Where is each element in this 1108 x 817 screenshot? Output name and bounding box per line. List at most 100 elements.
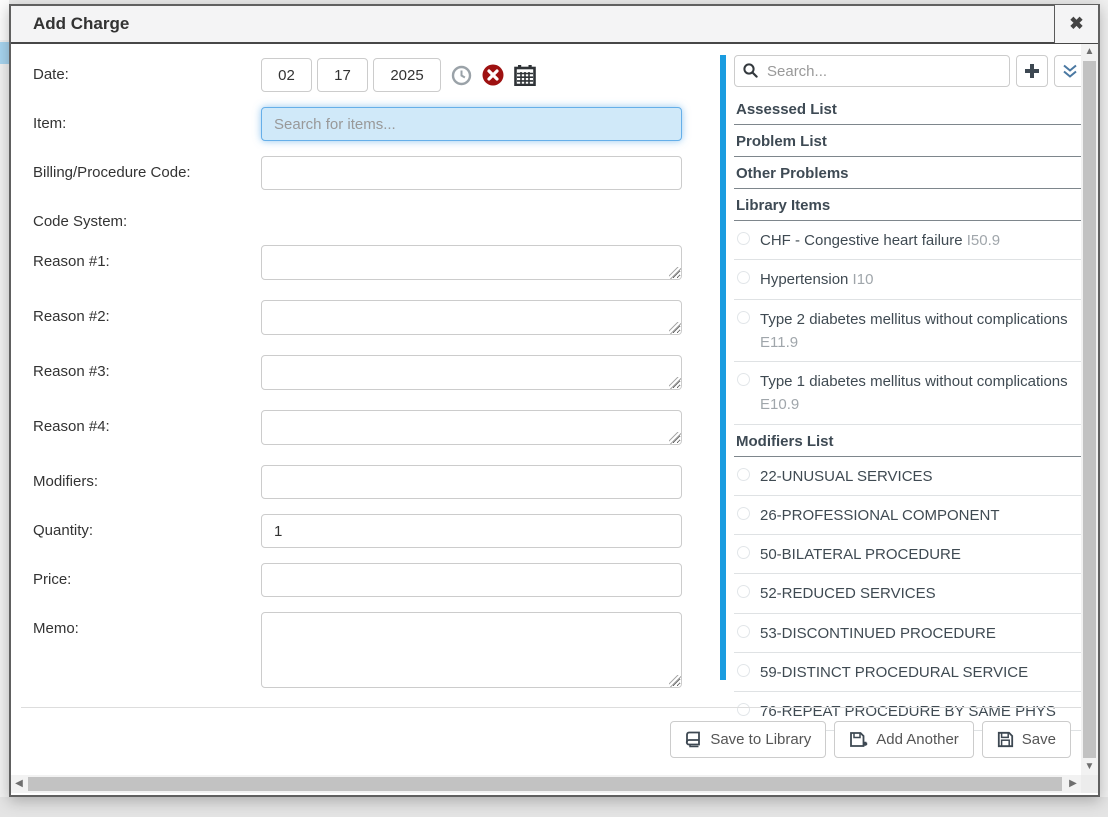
panel-accent-bar bbox=[720, 55, 726, 680]
item-text: 26-PROFESSIONAL COMPONENT bbox=[760, 507, 1000, 524]
scroll-left-arrow-icon[interactable]: ◀ bbox=[11, 775, 27, 793]
search-icon bbox=[743, 63, 758, 78]
scroll-up-arrow-icon[interactable]: ▲ bbox=[1081, 44, 1098, 60]
price-label: Price: bbox=[33, 563, 261, 597]
save-to-library-button[interactable]: Save to Library bbox=[670, 721, 826, 758]
list-item[interactable]: 22-UNUSUAL SERVICES bbox=[734, 457, 1094, 496]
item-search-input[interactable] bbox=[261, 107, 682, 141]
code-system-row: Code System: bbox=[33, 205, 698, 230]
item-text: Type 1 diabetes mellitus without complic… bbox=[760, 373, 1068, 390]
background-page-strip bbox=[1100, 0, 1108, 817]
charge-form: Date: Item: bbox=[33, 58, 698, 708]
save-button[interactable]: Save bbox=[982, 721, 1071, 758]
section-header: Other Problems bbox=[734, 157, 1094, 189]
item-text: 76-REPEAT PROCEDURE BY SAME PHYS bbox=[760, 703, 1056, 720]
save-plus-icon bbox=[849, 731, 868, 749]
add-charge-modal: Add Charge ✖ Date: bbox=[9, 4, 1100, 797]
radio-circle-icon bbox=[737, 232, 750, 245]
item-text: 59-DISTINCT PROCEDURAL SERVICE bbox=[760, 664, 1028, 681]
item-text: 53-DISCONTINUED PROCEDURE bbox=[760, 625, 996, 642]
list-item[interactable]: 26-PROFESSIONAL COMPONENT bbox=[734, 496, 1094, 535]
reason1-label: Reason #1: bbox=[33, 245, 261, 285]
add-another-button[interactable]: Add Another bbox=[834, 721, 974, 758]
price-row: Price: bbox=[33, 563, 698, 597]
item-text: 52-REDUCED SERVICES bbox=[760, 585, 936, 602]
save-to-library-label: Save to Library bbox=[710, 731, 811, 748]
list-item[interactable]: 52-REDUCED SERVICES bbox=[734, 574, 1094, 613]
reason4-input[interactable] bbox=[261, 410, 682, 445]
footer-buttons: Save to Library Add Another Save bbox=[11, 721, 1071, 758]
background-page-strip bbox=[0, 0, 9, 817]
close-icon: ✖ bbox=[1069, 14, 1083, 33]
background-fragment bbox=[0, 0, 9, 40]
modifiers-row: Modifiers: bbox=[33, 465, 698, 499]
panel-search-input[interactable] bbox=[734, 55, 1010, 87]
radio-circle-icon bbox=[737, 507, 750, 520]
background-page-strip bbox=[0, 797, 1108, 817]
list-item[interactable]: Type 1 diabetes mellitus without complic… bbox=[734, 362, 1094, 425]
scroll-down-arrow-icon[interactable]: ▼ bbox=[1081, 759, 1098, 775]
clock-icon bbox=[451, 65, 472, 86]
item-text: 50-BILATERAL PROCEDURE bbox=[760, 546, 961, 563]
clear-date-button[interactable] bbox=[482, 64, 504, 86]
modal-title: Add Charge bbox=[11, 14, 1054, 34]
quantity-input[interactable] bbox=[261, 514, 682, 548]
radio-circle-icon bbox=[737, 271, 750, 284]
code-system-label: Code System: bbox=[33, 205, 261, 230]
modal-header: Add Charge ✖ bbox=[11, 6, 1098, 44]
modifiers-input[interactable] bbox=[261, 465, 682, 499]
radio-circle-icon bbox=[737, 373, 750, 386]
memo-label: Memo: bbox=[33, 612, 261, 693]
item-text: Hypertension bbox=[760, 271, 848, 288]
section-header: Problem List bbox=[734, 125, 1094, 157]
horizontal-scroll-thumb[interactable] bbox=[28, 777, 1062, 791]
code-system-value bbox=[261, 205, 698, 230]
item-code: E10.9 bbox=[760, 396, 799, 413]
reason2-row: Reason #2: bbox=[33, 300, 698, 340]
date-month-input[interactable] bbox=[261, 58, 312, 92]
reason1-input[interactable] bbox=[261, 245, 682, 280]
section-header: Assessed List bbox=[734, 93, 1094, 125]
quantity-label: Quantity: bbox=[33, 514, 261, 548]
horizontal-scrollbar[interactable]: ◀ ▶ bbox=[11, 775, 1081, 793]
price-input[interactable] bbox=[261, 563, 682, 597]
book-icon bbox=[685, 731, 702, 748]
radio-circle-icon bbox=[737, 703, 750, 716]
reason2-input[interactable] bbox=[261, 300, 682, 335]
billing-code-input[interactable] bbox=[261, 156, 682, 190]
item-row: Item: bbox=[33, 107, 698, 141]
list-item[interactable]: 53-DISCONTINUED PROCEDURE bbox=[734, 614, 1094, 653]
section-header: Modifiers List bbox=[734, 425, 1094, 457]
item-text: CHF - Congestive heart failure bbox=[760, 232, 963, 249]
reason2-label: Reason #2: bbox=[33, 300, 261, 340]
reason4-label: Reason #4: bbox=[33, 410, 261, 450]
reason3-row: Reason #3: bbox=[33, 355, 698, 395]
footer-divider bbox=[21, 707, 1088, 708]
list-item[interactable]: CHF - Congestive heart failure I50.9 bbox=[734, 221, 1094, 260]
vertical-scrollbar[interactable]: ▲ ▼ bbox=[1081, 44, 1098, 775]
date-year-input[interactable] bbox=[373, 58, 441, 92]
list-item[interactable]: Type 2 diabetes mellitus without complic… bbox=[734, 300, 1094, 363]
scroll-right-arrow-icon[interactable]: ▶ bbox=[1065, 775, 1081, 793]
memo-input[interactable] bbox=[261, 612, 682, 688]
add-another-label: Add Another bbox=[876, 731, 959, 748]
date-label: Date: bbox=[33, 58, 261, 92]
date-day-input[interactable] bbox=[317, 58, 368, 92]
reason1-row: Reason #1: bbox=[33, 245, 698, 285]
vertical-scroll-thumb[interactable] bbox=[1083, 61, 1096, 758]
double-chevron-down-icon bbox=[1062, 63, 1078, 79]
time-picker-button[interactable] bbox=[451, 65, 472, 86]
item-code: I10 bbox=[848, 271, 873, 288]
list-item[interactable]: 50-BILATERAL PROCEDURE bbox=[734, 535, 1094, 574]
radio-circle-icon bbox=[737, 546, 750, 559]
calendar-picker-button[interactable] bbox=[514, 64, 536, 86]
save-label: Save bbox=[1022, 731, 1056, 748]
memo-row: Memo: bbox=[33, 612, 698, 693]
plus-icon bbox=[1023, 62, 1041, 80]
list-item[interactable]: 59-DISTINCT PROCEDURAL SERVICE bbox=[734, 653, 1094, 692]
close-button[interactable]: ✖ bbox=[1054, 5, 1098, 43]
date-row: Date: bbox=[33, 58, 698, 92]
add-item-button[interactable] bbox=[1016, 55, 1048, 87]
reason3-input[interactable] bbox=[261, 355, 682, 390]
list-item[interactable]: Hypertension I10 bbox=[734, 260, 1094, 299]
